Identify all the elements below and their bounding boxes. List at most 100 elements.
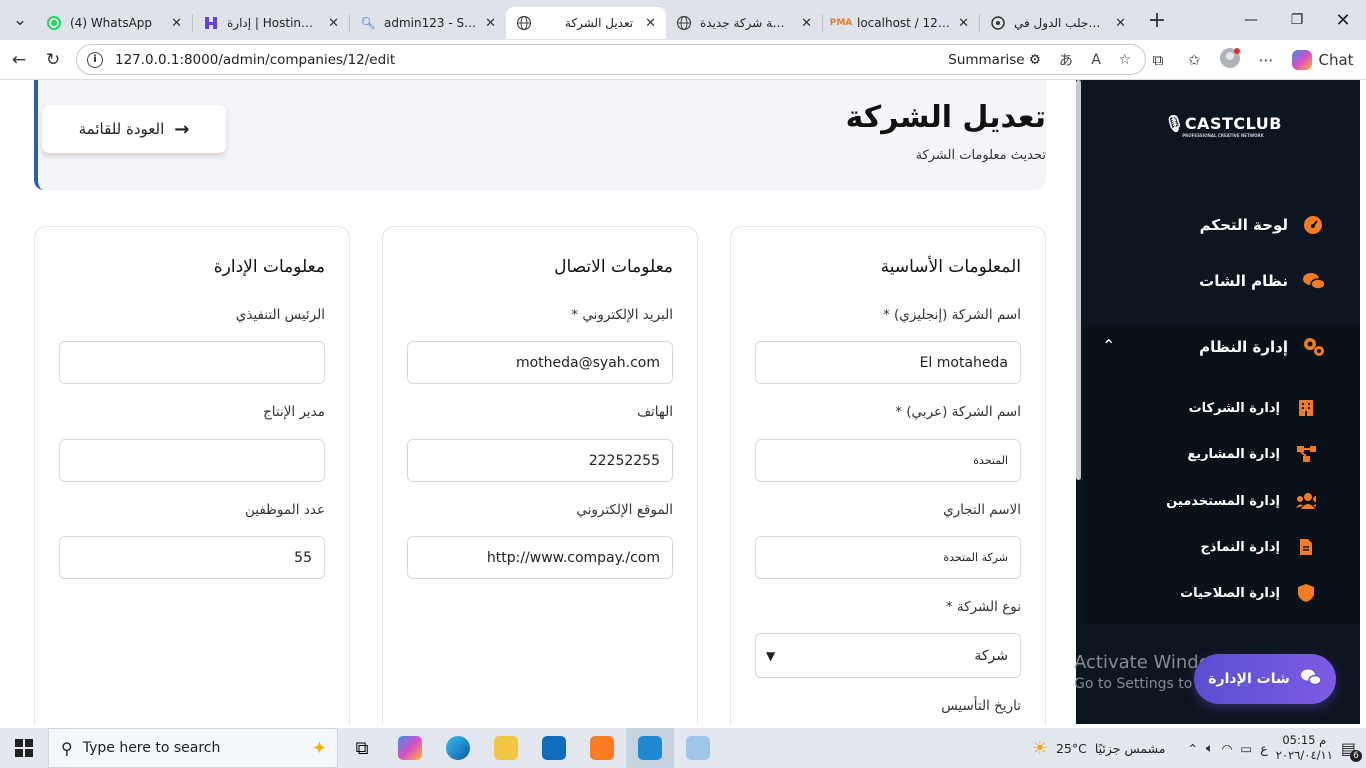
xampp-icon[interactable] (578, 728, 626, 768)
contact-info-card: معلومات الاتصال البريد الإلكتروني * moth… (382, 226, 698, 724)
email-label: البريد الإلكتروني * (571, 307, 673, 323)
chat-icon (1302, 270, 1324, 292)
tab-add-company[interactable]: إضافة شركة جديدة ✕ (666, 7, 822, 39)
clock[interactable]: 05:15 م ٢٠٢٦/٠٤/١١ (1276, 733, 1333, 763)
trade-name-input[interactable]: شركة المتحدة (755, 536, 1021, 579)
windows-taskbar: ⚲ Type here to search ✦ ⧉ ☀︎ 25°C مشمس ج… (0, 728, 1366, 768)
sidebar-item-chat[interactable]: نظام الشات (1199, 270, 1324, 292)
sidebar-item-users[interactable]: إدارة المستخدمين (1166, 491, 1316, 511)
sidebar-item-companies[interactable]: إدارة الشركات (1189, 398, 1316, 418)
browser-tab-bar: ⌄ (4) WhatsApp ✕ إدارة | Hostinger ✕ 🔍︎ … (0, 0, 1366, 40)
tab-list-button[interactable]: ⌄ (4, 3, 36, 37)
notification-icon[interactable]: ▤ 6 (1341, 739, 1362, 762)
more-menu-icon[interactable]: ⋯ (1248, 51, 1284, 69)
project-diagram-icon (1296, 444, 1316, 464)
globe-icon (676, 15, 692, 31)
close-icon[interactable]: ✕ (328, 16, 339, 31)
chevron-up-icon[interactable]: ⌃ (1188, 741, 1198, 756)
close-icon[interactable]: ✕ (958, 16, 969, 31)
chevron-up-icon[interactable]: ⌃ (1102, 336, 1115, 355)
website-input[interactable]: http://www.compay./com (407, 536, 673, 579)
ceo-input[interactable] (59, 341, 325, 384)
read-aloud-icon[interactable]: A (1091, 52, 1101, 68)
volume-icon[interactable]: 🔈︎ (1206, 740, 1214, 756)
sidebar-scrollbar[interactable] (1076, 80, 1081, 480)
employees-count-label: عدد الموظفين (244, 502, 325, 518)
tab-phpmyadmin[interactable]: PMA localhost / 127.0.0. ✕ (823, 7, 979, 39)
section-title: معلومات الاتصال (554, 257, 673, 277)
sidebar-item-system[interactable]: إدارة النظام (1199, 336, 1324, 358)
tab-search[interactable]: 🔍︎ admin123 - Search ✕ (350, 7, 506, 39)
trade-name-label: الاسم التجاري (943, 502, 1021, 518)
company-type-select[interactable]: شركة ▼ (755, 633, 1021, 678)
sidebar-item-projects[interactable]: إدارة المشاريع (1187, 444, 1316, 464)
phpmyadmin-icon: PMA (829, 18, 853, 28)
battery-icon[interactable]: ▭ (1240, 741, 1252, 756)
section-title: المعلومات الأساسية (880, 257, 1021, 277)
openai-icon (990, 15, 1006, 31)
windows-start-icon[interactable] (0, 728, 48, 768)
close-icon[interactable]: ✕ (801, 16, 812, 31)
company-type-label: نوع الشركة * (945, 599, 1021, 615)
wifi-icon[interactable]: ◠ (1222, 741, 1233, 756)
vscode-icon[interactable] (626, 728, 674, 768)
email-input[interactable]: motheda@syah.com (407, 341, 673, 384)
production-manager-label: مدير الإنتاج (263, 404, 325, 420)
ceo-label: الرئيس التنفيذي (235, 307, 325, 323)
management-info-card: معلومات الإدارة الرئيس التنفيذي مدير الإ… (34, 226, 350, 724)
close-icon[interactable]: ✕ (645, 16, 656, 31)
founded-date-label: تاريخ التأسيس (941, 698, 1021, 714)
sidebar-item-dashboard[interactable]: لوحة التحكم (1200, 214, 1324, 236)
tab-edit-company[interactable]: تعديل الشركة ✕ (506, 7, 666, 39)
tab-whatsapp[interactable]: (4) WhatsApp ✕ (36, 7, 192, 39)
gears-icon (1302, 336, 1324, 358)
sidebar: 🎙︎CASTCLUB PROFESSIONAL CREATIVE NETWORK… (1076, 80, 1360, 724)
address-bar[interactable]: i 127.0.0.1:8000/admin/companies/12/edit… (76, 44, 1146, 75)
back-icon[interactable]: ← (2, 43, 36, 77)
search-icon: ⚲ (61, 738, 73, 758)
restore-icon[interactable]: ❐ (1274, 0, 1320, 40)
minimize-icon[interactable]: — (1228, 0, 1274, 40)
sidebar-item-forms[interactable]: إدارة النماذج (1200, 537, 1316, 557)
sparkle-icon: ✦ (311, 737, 327, 759)
close-icon[interactable]: ✕ (1115, 16, 1126, 31)
notepad-icon[interactable] (674, 728, 722, 768)
production-manager-input[interactable] (59, 439, 325, 482)
admin-chat-button[interactable]: شات الإدارة (1194, 654, 1336, 704)
page-header: تعديل الشركة تحديث معلومات الشركة العودة… (34, 80, 1046, 190)
task-view-icon[interactable]: ⧉ (338, 728, 386, 768)
back-to-list-button[interactable]: العودة للقائمة → (42, 105, 226, 155)
tab-hostinger[interactable]: إدارة | Hostinger ✕ (193, 7, 349, 39)
name-ar-label: اسم الشركة (عربي) * (895, 404, 1021, 420)
edge-icon[interactable] (434, 728, 482, 768)
outlook-icon[interactable] (530, 728, 578, 768)
name-en-input[interactable]: El motaheda (755, 341, 1021, 384)
copilot-chat-button[interactable]: Chat (1284, 50, 1366, 70)
profile-avatar[interactable] (1212, 47, 1248, 73)
close-icon[interactable]: ✕ (171, 16, 182, 31)
dashboard-icon (1302, 214, 1324, 236)
copilot-taskbar-icon[interactable] (386, 728, 434, 768)
summarise-button[interactable]: Summarise ⚙ (948, 52, 1041, 68)
phone-input[interactable]: 22252255 (407, 439, 673, 482)
tab-chatgpt[interactable]: طرق جلب الدول في ✕ (980, 7, 1136, 39)
refresh-icon[interactable]: ↻ (36, 43, 70, 77)
taskbar-search[interactable]: ⚲ Type here to search ✦ (48, 728, 338, 768)
sidebar-item-permissions[interactable]: إدارة الصلاحيات (1180, 583, 1316, 603)
extensions-icon[interactable]: ⧉ (1140, 51, 1176, 69)
translate-icon[interactable]: あ (1059, 50, 1073, 70)
new-tab-button[interactable]: + (1140, 3, 1174, 37)
url-text[interactable]: 127.0.0.1:8000/admin/companies/12/edit (115, 52, 395, 68)
microphone-icon: 🎙︎ (1164, 114, 1185, 133)
file-explorer-icon[interactable] (482, 728, 530, 768)
info-icon[interactable]: i (87, 51, 103, 68)
favorite-star-icon[interactable]: ☆ (1118, 52, 1131, 68)
language-indicator[interactable]: ع (1260, 741, 1267, 756)
employees-count-input[interactable]: 55 (59, 536, 325, 579)
section-title: معلومات الإدارة (213, 257, 325, 277)
close-window-icon[interactable]: ✕ (1320, 0, 1366, 40)
name-ar-input[interactable]: المتحدة (755, 439, 1021, 482)
weather-icon[interactable]: ☀︎ (1032, 738, 1048, 759)
close-icon[interactable]: ✕ (485, 16, 496, 31)
favorites-icon[interactable]: ✩ (1176, 51, 1212, 69)
